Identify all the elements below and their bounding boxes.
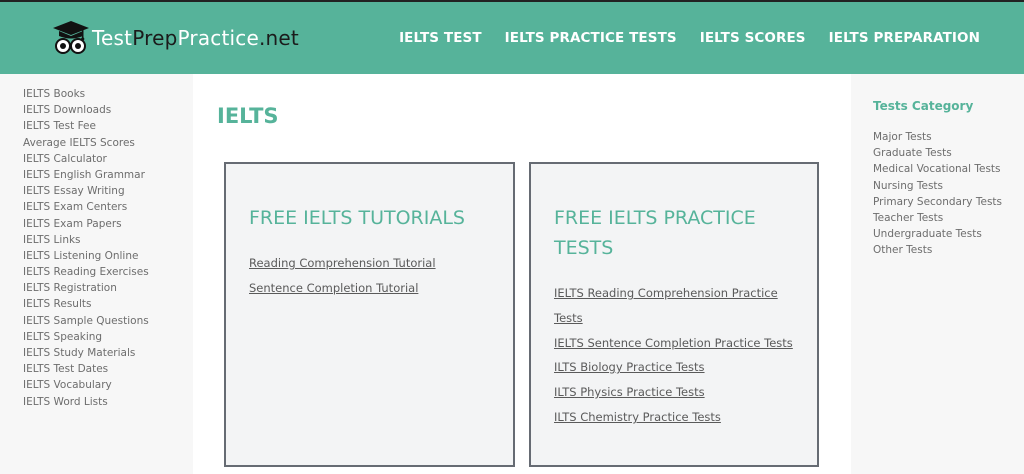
nav-ielts-scores[interactable]: IELTS SCORES — [700, 30, 806, 46]
sidebar-link[interactable]: IELTS Vocabulary — [23, 377, 193, 393]
site-logo[interactable]: TestPrepPractice.net — [52, 18, 299, 58]
sidebar-link[interactable]: IELTS Exam Papers — [23, 216, 193, 232]
category-link[interactable]: Primary Secondary Tests — [873, 194, 1002, 210]
sidebar-link[interactable]: IELTS Listening Online — [23, 248, 193, 264]
category-link[interactable]: Teacher Tests — [873, 210, 1002, 226]
sidebar-link[interactable]: IELTS English Grammar — [23, 167, 193, 183]
category-link[interactable]: Medical Vocational Tests — [873, 161, 1002, 177]
practice-test-link[interactable]: IELTS Reading Comprehension Practice Tes… — [554, 286, 778, 325]
practice-test-link[interactable]: ILTS Biology Practice Tests — [554, 360, 705, 374]
tutorials-card: FREE IELTS TUTORIALS Reading Comprehensi… — [224, 162, 515, 467]
sidebar-link[interactable]: IELTS Registration — [23, 280, 193, 296]
category-link[interactable]: Graduate Tests — [873, 145, 1002, 161]
tests-category-title: Tests Category — [873, 99, 974, 113]
sidebar-link[interactable]: IELTS Reading Exercises — [23, 264, 193, 280]
card-link-item: Sentence Completion Tutorial — [249, 276, 436, 301]
sidebar-link[interactable]: IELTS Calculator — [23, 151, 193, 167]
category-link[interactable]: Major Tests — [873, 129, 1002, 145]
sidebar-link[interactable]: IELTS Speaking — [23, 329, 193, 345]
sidebar-link[interactable]: IELTS Test Dates — [23, 361, 193, 377]
card-title: FREE IELTS TUTORIALS — [249, 207, 465, 229]
sidebar-link[interactable]: IELTS Results — [23, 296, 193, 312]
right-sidebar: Tests Category Major Tests Graduate Test… — [851, 74, 1024, 474]
logo-text-test: Test — [92, 26, 133, 50]
tutorial-link[interactable]: Sentence Completion Tutorial — [249, 281, 418, 295]
tutorial-link[interactable]: Reading Comprehension Tutorial — [249, 256, 436, 270]
graduation-cap-icon — [52, 19, 90, 57]
sidebar-link[interactable]: IELTS Books — [23, 86, 193, 102]
logo-text: TestPrepPractice.net — [92, 26, 299, 50]
card-link-item: ILTS Chemistry Practice Tests — [554, 405, 804, 430]
card-link-list: Reading Comprehension Tutorial Sentence … — [249, 251, 436, 301]
sidebar-link[interactable]: IELTS Exam Centers — [23, 199, 193, 215]
sidebar-link[interactable]: IELTS Essay Writing — [23, 183, 193, 199]
card-link-list: IELTS Reading Comprehension Practice Tes… — [554, 281, 804, 430]
logo-text-prep: Prep — [132, 26, 178, 50]
site-header: TestPrepPractice.net IELTS TEST IELTS PR… — [0, 0, 1024, 74]
practice-test-link[interactable]: ILTS Physics Practice Tests — [554, 385, 705, 399]
practice-tests-card: FREE IELTS PRACTICE TESTS IELTS Reading … — [529, 162, 819, 467]
category-link[interactable]: Other Tests — [873, 242, 1002, 258]
left-sidebar: IELTS Books IELTS Downloads IELTS Test F… — [0, 74, 193, 474]
sidebar-link[interactable]: IELTS Sample Questions — [23, 313, 193, 329]
practice-test-link[interactable]: IELTS Sentence Completion Practice Tests — [554, 336, 793, 350]
card-link-item: IELTS Sentence Completion Practice Tests — [554, 331, 804, 356]
sidebar-link[interactable]: IELTS Study Materials — [23, 345, 193, 361]
category-link[interactable]: Nursing Tests — [873, 178, 1002, 194]
card-link-item: Reading Comprehension Tutorial — [249, 251, 436, 276]
card-link-item: ILTS Biology Practice Tests — [554, 355, 804, 380]
sidebar-link[interactable]: IELTS Test Fee — [23, 118, 193, 134]
page-title: IELTS — [217, 104, 279, 128]
practice-test-link[interactable]: ILTS Chemistry Practice Tests — [554, 410, 721, 424]
card-link-item: ILTS Physics Practice Tests — [554, 380, 804, 405]
category-link[interactable]: Undergraduate Tests — [873, 226, 1002, 242]
logo-text-domain: .net — [258, 26, 299, 50]
sidebar-link[interactable]: IELTS Downloads — [23, 102, 193, 118]
main-nav: IELTS TEST IELTS PRACTICE TESTS IELTS SC… — [399, 30, 980, 46]
tests-category-list: Major Tests Graduate Tests Medical Vocat… — [873, 129, 1002, 259]
sidebar-link[interactable]: IELTS Links — [23, 232, 193, 248]
nav-ielts-practice-tests[interactable]: IELTS PRACTICE TESTS — [505, 30, 677, 46]
card-title: FREE IELTS PRACTICE TESTS — [554, 207, 756, 259]
card-link-item: IELTS Reading Comprehension Practice Tes… — [554, 281, 804, 331]
nav-ielts-preparation[interactable]: IELTS PREPARATION — [829, 30, 980, 46]
left-sidebar-list: IELTS Books IELTS Downloads IELTS Test F… — [0, 74, 193, 410]
sidebar-link[interactable]: IELTS Word Lists — [23, 394, 193, 410]
sidebar-link[interactable]: Average IELTS Scores — [23, 135, 193, 151]
nav-ielts-test[interactable]: IELTS TEST — [399, 30, 482, 46]
logo-text-practice: Practice — [177, 26, 259, 50]
